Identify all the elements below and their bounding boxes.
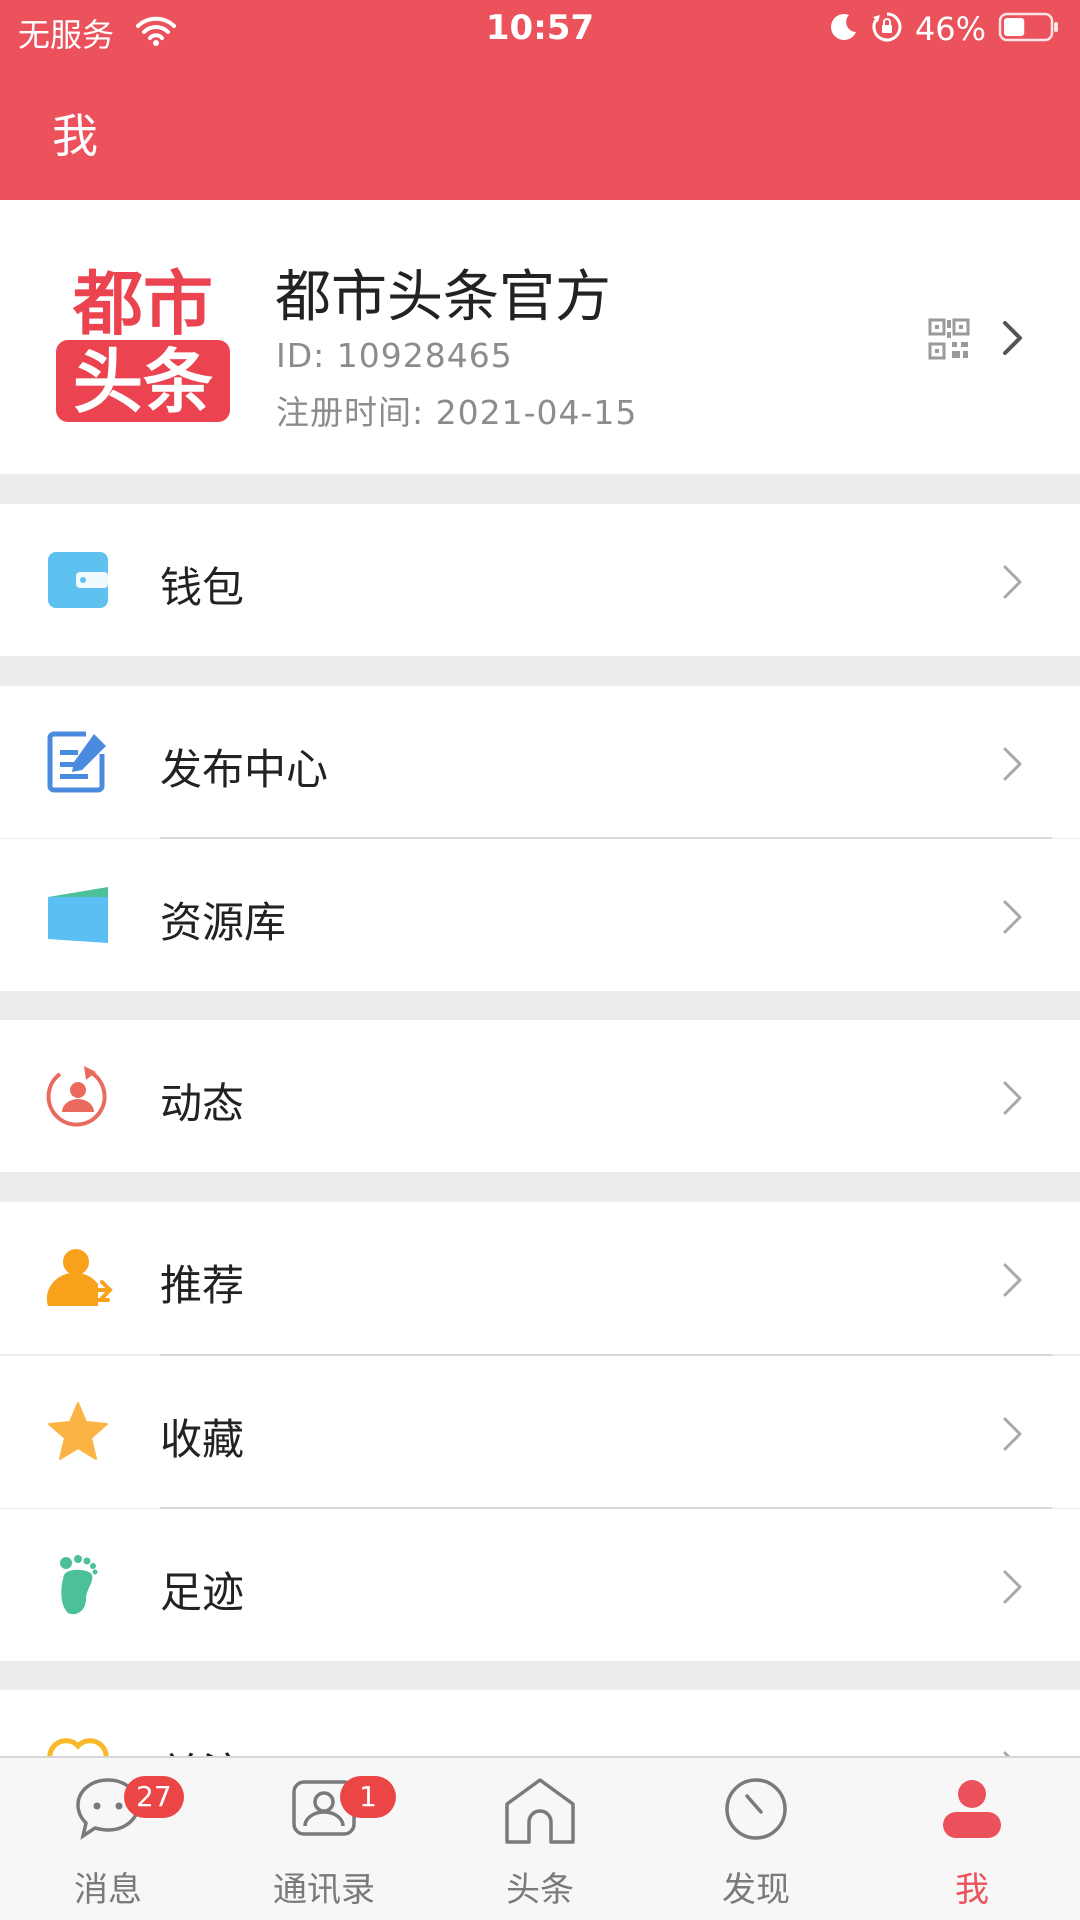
tab-discover[interactable]: 发现 (648, 1758, 864, 1920)
profile-name: 都市头条官方 (275, 265, 611, 330)
tab-me[interactable]: 我 (864, 1758, 1080, 1920)
page-title: 我 (52, 109, 98, 163)
tab-label-discover: 发现 (722, 1870, 790, 1910)
menu-item-favorites[interactable]: 收藏 (0, 1356, 1080, 1508)
battery-icon (998, 11, 1060, 47)
user-icon (939, 1776, 1005, 1846)
chevron-right-icon (1000, 1569, 1024, 1609)
menu-item-recommend[interactable]: 推荐 (0, 1202, 1080, 1354)
share-user-icon (46, 1246, 113, 1310)
menu-label-footprints: 足迹 (160, 1568, 245, 1617)
profile-card[interactable]: 都市 头条 都市头条官方 ID: 10928465 注册时间: 2021-04-… (0, 200, 1080, 474)
status-bar: 无服务 10:57 46% (0, 0, 1080, 60)
tab-label-headlines: 头条 (506, 1870, 574, 1910)
contacts-badge: 1 (340, 1776, 396, 1818)
profile-chevron-icon (1000, 320, 1024, 360)
status-right: 46% (829, 10, 1060, 48)
bottom-tab-bar: 27 消息 1 通讯录 头条 发现 我 (0, 1756, 1080, 1920)
tab-messages[interactable]: 27 消息 (0, 1758, 216, 1920)
app-logo: 都市 头条 (56, 262, 230, 423)
tab-label-messages: 消息 (74, 1870, 142, 1910)
menu-label-recommend: 推荐 (160, 1261, 245, 1310)
qr-code-icon[interactable] (928, 318, 970, 364)
moments-icon (46, 1064, 110, 1128)
menu-item-footprints[interactable]: 足迹 (0, 1509, 1080, 1661)
messages-badge: 27 (124, 1776, 184, 1818)
chevron-right-icon (1000, 1080, 1024, 1120)
chevron-right-icon (1000, 899, 1024, 939)
folder-icon (46, 883, 110, 947)
chevron-right-icon (1000, 564, 1024, 604)
logo-text-top: 都市 (72, 263, 213, 345)
tab-label-me: 我 (955, 1870, 989, 1910)
edit-document-icon (46, 730, 110, 794)
home-icon (503, 1776, 577, 1850)
menu-label-moments: 动态 (160, 1079, 245, 1128)
wallet-icon (46, 548, 110, 612)
header: 无服务 10:57 46% 我 (0, 0, 1080, 200)
logo-text-bottom: 头条 (73, 341, 213, 422)
menu-label-favorites: 收藏 (160, 1415, 245, 1464)
screen: 无服务 10:57 46% 我 都市 头条 都市头条官方 ID: 1092846… (0, 0, 1080, 1920)
menu-label-publish-center: 发布中心 (160, 745, 329, 794)
profile-id: ID: 10928465 (276, 336, 513, 375)
chevron-right-icon (1000, 746, 1024, 786)
tab-headlines[interactable]: 头条 (432, 1758, 648, 1920)
menu-item-resource-library[interactable]: 资源库 (0, 839, 1080, 991)
profile-registered-date: 注册时间: 2021-04-15 (276, 393, 638, 432)
moon-icon (829, 12, 859, 46)
menu-item-moments[interactable]: 动态 (0, 1020, 1080, 1172)
tab-contacts[interactable]: 1 通讯录 (216, 1758, 432, 1920)
menu-item-wallet[interactable]: 钱包 (0, 504, 1080, 656)
chevron-right-icon (1000, 1416, 1024, 1456)
compass-icon (723, 1776, 789, 1846)
rotation-lock-icon (871, 11, 903, 47)
menu-label-wallet: 钱包 (160, 563, 245, 612)
tab-label-contacts: 通讯录 (273, 1870, 375, 1910)
battery-percent: 46% (914, 10, 986, 48)
star-icon (46, 1400, 110, 1464)
menu-label-resource-library: 资源库 (160, 898, 287, 947)
footprint-icon (46, 1553, 110, 1617)
menu-item-publish-center[interactable]: 发布中心 (0, 686, 1080, 838)
chevron-right-icon (1000, 1262, 1024, 1302)
